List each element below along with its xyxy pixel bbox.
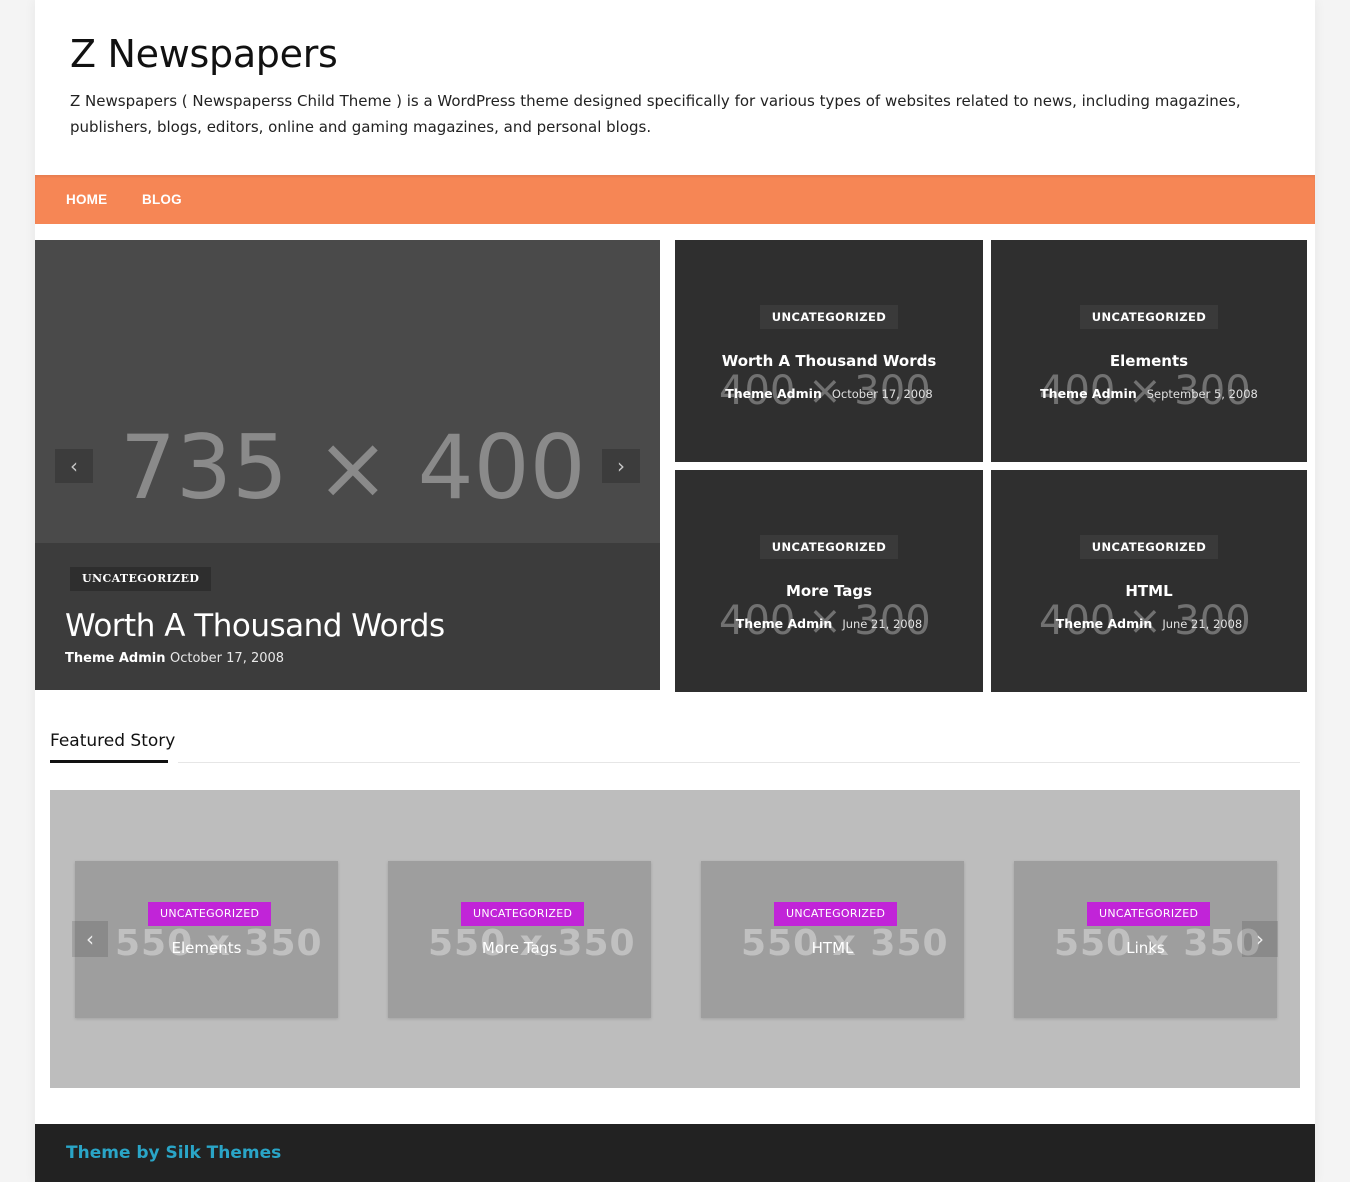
section-divider xyxy=(178,762,1300,763)
grid-tile[interactable]: 400 × 300 UNCATEGORIZED Worth A Thousand… xyxy=(675,240,983,462)
nav-item-home[interactable]: HOME xyxy=(66,192,107,207)
slider-post-title[interactable]: Worth A Thousand Words xyxy=(65,608,445,644)
grid-tile[interactable]: 400 × 300 UNCATEGORIZED Elements Theme A… xyxy=(991,240,1307,462)
slider-next-button[interactable]: › xyxy=(602,449,640,483)
featured-carousel: 550 x 350 UNCATEGORIZED Elements 550 x 3… xyxy=(50,790,1300,1088)
tile-post-date[interactable]: September 5, 2008 xyxy=(1147,387,1258,401)
card-post-title[interactable]: Links xyxy=(1014,939,1277,957)
grid-tile[interactable]: 400 × 300 UNCATEGORIZED HTML Theme Admin… xyxy=(991,470,1307,692)
main-navigation: HOME BLOG xyxy=(35,175,1315,224)
tile-post-date[interactable]: October 17, 2008 xyxy=(832,387,933,401)
card-category-badge[interactable]: UNCATEGORIZED xyxy=(148,902,272,926)
site-footer: Theme by Silk Themes xyxy=(35,1124,1315,1182)
card-category-badge[interactable]: UNCATEGORIZED xyxy=(774,902,898,926)
page-container: Z Newspapers Z Newspapers ( Newspaperss … xyxy=(35,0,1315,1182)
heading-underline xyxy=(50,760,168,763)
tile-post-author[interactable]: Theme Admin xyxy=(736,616,833,631)
tile-post-date[interactable]: June 21, 2008 xyxy=(842,617,922,631)
tile-post-author[interactable]: Theme Admin xyxy=(1040,386,1137,401)
slider-post-author[interactable]: Theme Admin xyxy=(65,651,165,666)
grid-tile[interactable]: 400 × 300 UNCATEGORIZED More Tags Theme … xyxy=(675,470,983,692)
chevron-left-icon: ‹ xyxy=(86,927,94,951)
tile-category-badge[interactable]: UNCATEGORIZED xyxy=(1079,535,1219,559)
footer-credit-link[interactable]: Theme by Silk Themes xyxy=(66,1143,281,1163)
site-description: Z Newspapers ( Newspaperss Child Theme )… xyxy=(70,92,1241,136)
featured-card[interactable]: 550 x 350 UNCATEGORIZED More Tags xyxy=(388,861,651,1018)
slider-category-badge[interactable]: UNCATEGORIZED xyxy=(70,567,212,591)
card-post-title[interactable]: Elements xyxy=(75,939,338,957)
carousel-prev-button[interactable]: ‹ xyxy=(72,921,108,957)
card-category-badge[interactable]: UNCATEGORIZED xyxy=(461,902,585,926)
tile-post-date[interactable]: June 21, 2008 xyxy=(1162,617,1242,631)
featured-section-heading: Featured Story xyxy=(50,731,176,751)
card-post-title[interactable]: HTML xyxy=(701,939,964,957)
tile-category-badge[interactable]: UNCATEGORIZED xyxy=(759,535,899,559)
tile-post-author[interactable]: Theme Admin xyxy=(1056,616,1153,631)
tile-category-badge[interactable]: UNCATEGORIZED xyxy=(1079,305,1219,329)
nav-item-blog[interactable]: BLOG xyxy=(142,192,182,207)
carousel-next-button[interactable]: › xyxy=(1242,921,1278,957)
slider-prev-button[interactable]: ‹ xyxy=(55,449,93,483)
slider-placeholder-image: 735 × 400 xyxy=(120,416,586,519)
tile-post-author[interactable]: Theme Admin xyxy=(725,386,822,401)
tile-category-badge[interactable]: UNCATEGORIZED xyxy=(759,305,899,329)
card-post-title[interactable]: More Tags xyxy=(388,939,651,957)
chevron-right-icon: › xyxy=(1256,927,1264,951)
tile-post-title[interactable]: Worth A Thousand Words xyxy=(675,352,983,370)
featured-card[interactable]: 550 x 350 UNCATEGORIZED HTML xyxy=(701,861,964,1018)
chevron-left-icon: ‹ xyxy=(70,454,78,478)
tile-post-title[interactable]: Elements xyxy=(991,352,1307,370)
card-category-badge[interactable]: UNCATEGORIZED xyxy=(1087,902,1211,926)
featured-card[interactable]: 550 x 350 UNCATEGORIZED Elements xyxy=(75,861,338,1018)
site-title[interactable]: Z Newspapers xyxy=(70,32,338,76)
tile-post-title[interactable]: More Tags xyxy=(675,582,983,600)
featured-card[interactable]: 550 x 350 UNCATEGORIZED Links xyxy=(1014,861,1277,1018)
chevron-right-icon: › xyxy=(617,454,625,478)
slider-post-date[interactable]: October 17, 2008 xyxy=(170,651,284,666)
tile-post-title[interactable]: HTML xyxy=(991,582,1307,600)
